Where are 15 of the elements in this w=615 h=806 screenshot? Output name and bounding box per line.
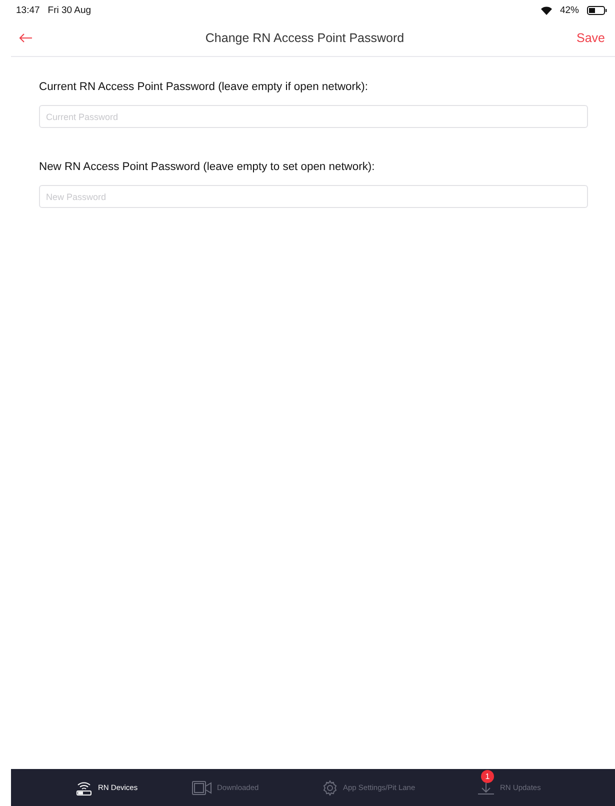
wifi-icon: [540, 6, 552, 14]
download-tray-icon: [477, 780, 495, 794]
field-label: New RN Access Point Password (leave empty to set open network):: [39, 161, 376, 173]
field-label: Current RN Access Point Password (leave empty if open network):: [39, 81, 369, 93]
back-arrow-icon[interactable]: [19, 33, 33, 43]
router-icon: [75, 780, 93, 796]
settings-icon: [322, 780, 338, 796]
status-date: Fri 30 Aug: [48, 4, 92, 16]
battery-icon: [587, 6, 607, 14]
status-time: 13:47: [16, 4, 40, 16]
notification-badge: 1: [481, 770, 494, 783]
battery-percentage: 42%: [560, 4, 579, 16]
save-button[interactable]: Save: [576, 31, 605, 45]
page-title: Change RN Access Point Password: [204, 31, 406, 45]
video-camera-icon: [192, 780, 212, 794]
